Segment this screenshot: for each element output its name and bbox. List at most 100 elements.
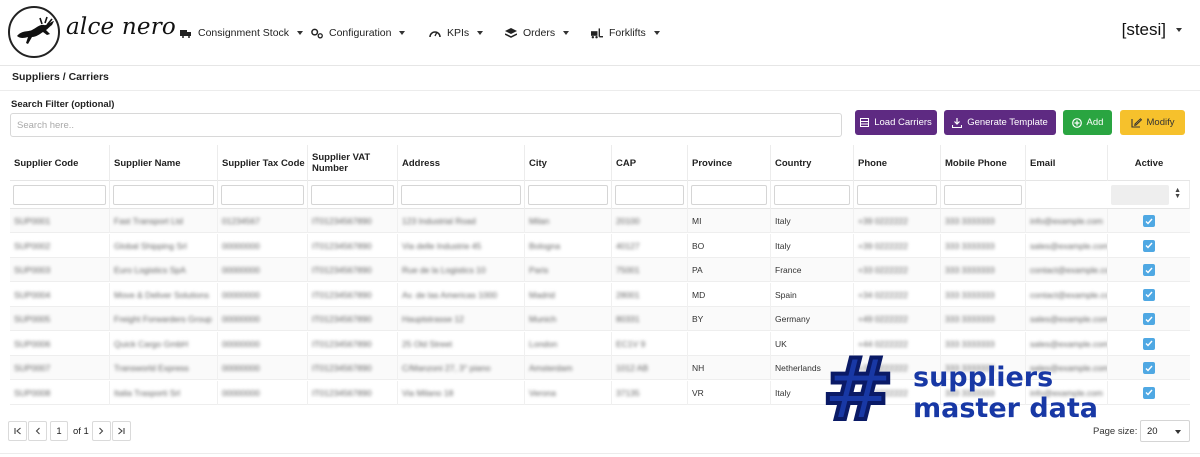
first-page-button[interactable]: [8, 421, 27, 441]
cell-text: BY: [692, 314, 704, 324]
table-row[interactable]: SUP0001 Fast Transport Ltd 01234567 IT01234…: [10, 209, 1190, 233]
column-header[interactable]: Supplier Tax Code: [218, 145, 308, 181]
cell-text: 1012 AB: [616, 363, 649, 373]
column-header[interactable]: Mobile Phone: [941, 145, 1026, 181]
column-filter-input[interactable]: [401, 185, 521, 205]
column-header[interactable]: Province: [688, 145, 771, 181]
column-filter-input[interactable]: [944, 185, 1022, 205]
table-row[interactable]: SUP0006 Quick Cargo GmbH 00000000 IT0123456…: [10, 331, 1190, 356]
moose-logo-icon: [17, 16, 54, 44]
nav-consignment-stock[interactable]: Consignment Stock: [180, 25, 304, 41]
active-checkbox[interactable]: [1143, 386, 1155, 399]
table-cell: 123 Industrial Road: [398, 209, 525, 233]
table-cell: C/Manzoni 27, 3° piano: [398, 356, 525, 380]
table-cell: BY: [688, 307, 771, 331]
cell-text: Via delle Industrie 45: [402, 240, 482, 251]
column-filter-input[interactable]: [691, 185, 767, 205]
column-header[interactable]: Email: [1026, 145, 1108, 181]
load-carriers-button[interactable]: Load Carriers: [855, 110, 937, 135]
search-input[interactable]: [10, 113, 842, 137]
column-header[interactable]: Address: [398, 145, 525, 181]
column-header[interactable]: CAP: [612, 145, 688, 181]
table-row[interactable]: SUP0002 Global Shipping Srl 00000000 IT0123…: [10, 233, 1190, 258]
table-cell: Via Milano 18: [398, 380, 525, 405]
next-page-button[interactable]: [91, 421, 111, 441]
filter-cell: [941, 181, 1026, 209]
active-checkbox[interactable]: [1143, 288, 1155, 301]
cell-text: Fast Transport Ltd: [114, 216, 183, 226]
spinner-icon[interactable]: ▲ ▼: [1174, 187, 1181, 200]
filter-cell: ▲ ▼: [1108, 181, 1190, 209]
nav-orders[interactable]: Orders: [505, 25, 570, 41]
button-label: Generate Template: [967, 117, 1048, 128]
column-filter-input[interactable]: [311, 185, 394, 205]
page-size-label: Page size:: [1093, 426, 1138, 437]
user-menu[interactable]: [stesi]: [1122, 20, 1182, 40]
table-cell: [1108, 381, 1190, 405]
cell-text: IT01234567890: [312, 265, 372, 275]
active-checkbox[interactable]: [1143, 313, 1155, 325]
table-cell: [688, 331, 771, 356]
active-checkbox[interactable]: [1143, 239, 1155, 252]
cell-text: 25 Old Street: [402, 338, 453, 349]
generate-template-button[interactable]: Generate Template: [944, 110, 1056, 135]
active-checkbox[interactable]: [1143, 215, 1155, 227]
column-filter-input[interactable]: [221, 185, 304, 205]
active-checkbox[interactable]: [1143, 264, 1155, 276]
check-icon: [1145, 389, 1153, 396]
column-filter-input[interactable]: [528, 185, 608, 205]
table-cell: SUP0001: [10, 209, 110, 233]
nav-configuration[interactable]: Configuration: [311, 25, 406, 41]
nav-forklifts[interactable]: Forklifts: [591, 25, 660, 41]
active-checkbox[interactable]: [1143, 337, 1155, 350]
column-header[interactable]: Country: [771, 145, 854, 181]
cell-text: IT01234567890: [312, 363, 372, 373]
column-filter-input[interactable]: [113, 185, 214, 205]
table-cell: IT01234567890: [308, 258, 398, 282]
table-cell: Amsterdam: [525, 356, 612, 380]
modify-button[interactable]: Modify: [1120, 110, 1185, 135]
column-header[interactable]: Phone: [854, 145, 941, 181]
table-row[interactable]: SUP0005 Freight Forwarders Group 00000000 I…: [10, 307, 1190, 331]
table-cell: Euro Logistics SpA: [110, 258, 218, 282]
cell-text: +33 0222222: [858, 265, 908, 275]
active-checkbox[interactable]: [1143, 362, 1155, 374]
table-row[interactable]: SUP0004 Move & Deliver Solutions 00000000 I…: [10, 282, 1190, 307]
column-header[interactable]: Active: [1108, 145, 1190, 181]
column-filter-input[interactable]: [857, 185, 937, 205]
table-cell: +49 0222222: [854, 307, 941, 331]
column-header[interactable]: Supplier VAT Number: [308, 145, 398, 181]
last-page-icon: [118, 427, 125, 435]
table-cell: [1108, 283, 1190, 307]
edit-icon: [1130, 117, 1142, 128]
current-page-input[interactable]: 1: [50, 421, 68, 441]
table-cell: contact@example.com: [1026, 258, 1108, 282]
table-cell: Munich: [525, 307, 612, 331]
prev-page-button[interactable]: [28, 421, 47, 441]
column-filter-input[interactable]: [13, 185, 106, 205]
table-cell: [1108, 307, 1190, 331]
chevron-down-icon: [399, 31, 406, 35]
table-cell: 37135: [612, 380, 688, 405]
table-row[interactable]: SUP0003 Euro Logistics SpA 00000000 IT01234…: [10, 258, 1190, 282]
table-cell: 00000000: [218, 331, 308, 356]
column-filter-input[interactable]: [615, 185, 684, 205]
cell-text: 00000000: [222, 314, 260, 324]
brand-name[interactable]: alce nero: [66, 14, 176, 40]
page-size-select[interactable]: 20: [1140, 420, 1190, 442]
cell-text: Av. de las Americas 1000: [402, 289, 498, 300]
column-header[interactable]: City: [525, 145, 612, 181]
column-filter-input[interactable]: ▲ ▼: [1111, 185, 1181, 205]
brand-logo[interactable]: [8, 6, 60, 58]
cell-text: Netherlands: [775, 363, 821, 373]
table-cell: SUP0005: [10, 307, 110, 331]
nav-kpis[interactable]: KPIs: [429, 25, 484, 41]
column-header[interactable]: Supplier Name: [110, 145, 218, 181]
add-button[interactable]: Add: [1063, 110, 1112, 135]
column-header[interactable]: Supplier Code: [10, 145, 110, 181]
table-cell: Rue de la Logistics 10: [398, 258, 525, 282]
table-cell: SUP0002: [10, 233, 110, 258]
column-filter-input[interactable]: [774, 185, 850, 205]
last-page-button[interactable]: [111, 421, 131, 441]
cell-text: Germany: [775, 314, 810, 324]
